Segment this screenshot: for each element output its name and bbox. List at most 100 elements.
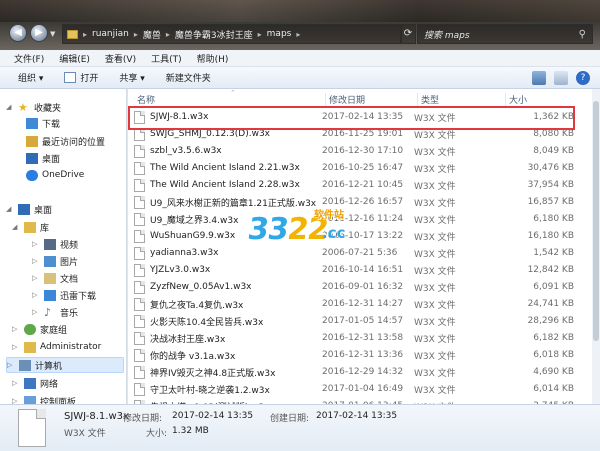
- file-size: 12,842 KB: [527, 265, 574, 275]
- column-date[interactable]: 修改日期: [326, 93, 418, 107]
- file-size: 16,857 KB: [527, 197, 574, 207]
- file-name-cell: The Wild Ancient Island 2.28.w3x: [134, 178, 322, 192]
- file-name-cell: 决战冰封王座.w3x: [134, 331, 322, 345]
- nav-library-label: 库: [40, 223, 50, 234]
- expand-arrow-icon: ▷: [32, 274, 38, 282]
- nav-desktop[interactable]: 桌面: [26, 150, 60, 166]
- menu-tools[interactable]: 工具(T): [145, 52, 191, 65]
- xunlei-download-icon: [44, 289, 56, 301]
- nav-recent[interactable]: 最近访问的位置: [26, 133, 105, 149]
- file-row[interactable]: SJWJ-8.1.w3x 2017-02-14 13:35 W3X 文件 1,362 …: [134, 109, 582, 125]
- desktop-icon: [18, 203, 30, 215]
- desktop-icon: [26, 152, 38, 164]
- file-date: 2016-12-29 14:32: [322, 367, 404, 377]
- nav-pictures[interactable]: ▷ 图片: [32, 253, 78, 269]
- nav-library[interactable]: ◢ 库: [12, 219, 49, 235]
- menu-help[interactable]: 帮助(H): [191, 52, 238, 65]
- nav-video[interactable]: ▷ 视频: [32, 236, 78, 252]
- nav-downloads[interactable]: 下载: [26, 115, 60, 131]
- computer-icon: [19, 359, 31, 371]
- preview-pane-icon[interactable]: [554, 71, 568, 85]
- file-size: 6,091 KB: [533, 282, 574, 292]
- file-row[interactable]: 神界IV毁灭之神4.8正式版.w3x 2016-12-29 14:32 W3X 文件…: [134, 364, 582, 380]
- file-row[interactable]: 你的战争 v3.1a.w3x 2016-12-31 13:36 W3X 文件 6,01…: [134, 347, 582, 363]
- nav-computer-label: 计算机: [35, 361, 63, 372]
- new-folder-button[interactable]: 新建文件夹: [166, 71, 211, 84]
- file-row[interactable]: U9_魔域之界3.4.w3x 2016-12-16 11:24 W3X 文件 6,18…: [134, 211, 582, 227]
- file-size: 1,542 KB: [533, 248, 574, 258]
- file-row[interactable]: szbl_v3.5.6.w3x 2016-12-30 17:10 W3X 文件 8,0…: [134, 143, 582, 159]
- nav-network-label: 网络: [40, 379, 59, 390]
- organize-button[interactable]: 组织 ▾: [18, 71, 43, 84]
- nav-xunlei[interactable]: ▷ 迅雷下载: [32, 287, 96, 303]
- file-icon: [134, 348, 145, 362]
- file-row[interactable]: yadianna3.w3x 2006-07-21 5:36 W3X 文件 1,542 …: [134, 245, 582, 261]
- file-name: U9_魔域之界3.4.w3x: [150, 215, 239, 226]
- refresh-icon[interactable]: ⟳: [400, 24, 416, 44]
- breadcrumb-maps[interactable]: maps: [267, 29, 292, 39]
- file-type: W3X 文件: [414, 232, 456, 243]
- nav-documents[interactable]: ▷ 文档: [32, 270, 78, 286]
- file-name-cell: 火影天陈10.4全民皆兵.w3x: [134, 314, 322, 328]
- forward-arrow-icon[interactable]: ▶: [30, 24, 48, 42]
- file-type: W3X 文件: [414, 147, 456, 158]
- file-icon: [134, 382, 145, 396]
- file-row[interactable]: WuShuanG9.9.w3x 2016-10-17 13:22 W3X 文件 16,…: [134, 228, 582, 244]
- breadcrumb-moshou[interactable]: 魔兽: [143, 28, 161, 41]
- file-row[interactable]: SWJG_SHMJ_0.12.3(D).w3x 2016-11-25 19:01 W…: [134, 126, 582, 142]
- command-bar: 组织 ▾ 打开 共享 ▾ 新建文件夹 ?: [0, 67, 600, 89]
- menu-view[interactable]: 查看(V): [99, 52, 145, 65]
- window-chrome: ◀ ▶ ▼ ▸ ruanjian ▸ 魔兽 ▸ 魔兽争霸3冰封王座 ▸ maps…: [0, 0, 600, 50]
- nav-computer[interactable]: ▷ 计算机: [6, 357, 124, 373]
- menu-file[interactable]: 文件(F): [8, 52, 53, 65]
- nav-favorites[interactable]: ◢ ★ 收藏夹: [6, 99, 61, 115]
- file-row[interactable]: The Wild Ancient Island 2.21.w3x 2016-10-…: [134, 160, 582, 176]
- open-label: 打开: [80, 74, 99, 84]
- recent-pages-chevron-icon[interactable]: ▼: [50, 30, 58, 38]
- nav-onedrive[interactable]: OneDrive: [26, 167, 84, 183]
- nav-music[interactable]: ▷ ♪ 音乐: [32, 304, 78, 320]
- collapse-arrow-icon: ◢: [12, 223, 18, 231]
- file-row[interactable]: The Wild Ancient Island 2.28.w3x 2016-12-…: [134, 177, 582, 193]
- column-size[interactable]: 大小: [506, 93, 576, 107]
- file-date: 2016-12-30 17:10: [322, 146, 404, 156]
- nav-control-panel[interactable]: ▷ 控制面板: [12, 393, 76, 404]
- file-date: 2016-12-31 13:36: [322, 350, 404, 360]
- file-row[interactable]: 决战冰封王座.w3x 2016-12-31 13:58 W3X 文件 6,182 KB: [134, 330, 582, 346]
- file-type: W3X 文件: [414, 368, 456, 379]
- file-icon: [134, 195, 145, 209]
- share-button[interactable]: 共享 ▾: [119, 71, 144, 84]
- nav-network[interactable]: ▷ 网络: [12, 375, 58, 391]
- file-row[interactable]: U9_风来水榭正新的篇章1.21正式版.w3x 2016-12-26 16:57 W…: [134, 194, 582, 210]
- file-row[interactable]: ZyzfNew_0.05Av1.w3x 2016-09-01 16:32 W3X 文…: [134, 279, 582, 295]
- menu-edit[interactable]: 编辑(E): [53, 52, 99, 65]
- breadcrumb-war3[interactable]: 魔兽争霸3冰封王座: [175, 28, 253, 41]
- file-date: 2016-12-31 13:58: [322, 333, 404, 343]
- scrollbar-thumb[interactable]: [593, 101, 599, 341]
- vertical-scrollbar[interactable]: [592, 89, 600, 404]
- breadcrumb-ruanjian[interactable]: ruanjian: [92, 29, 129, 39]
- nav-administrator[interactable]: ▷ Administrator: [12, 339, 101, 355]
- file-icon: [134, 314, 145, 328]
- file-row[interactable]: 复仇之夜Ta.4复仇.w3x 2016-12-31 14:27 W3X 文件 24,7…: [134, 296, 582, 312]
- search-icon: ⚲: [578, 28, 586, 40]
- open-button[interactable]: 打开: [64, 71, 98, 84]
- file-name-cell: SWJG_SHMJ_0.12.3(D).w3x: [134, 127, 322, 141]
- column-name[interactable]: 名称: [128, 93, 326, 107]
- file-type: W3X 文件: [414, 249, 456, 260]
- view-options-icon[interactable]: [532, 71, 546, 85]
- file-row[interactable]: 火影天陈10.4全民皆兵.w3x 2017-01-05 14:57 W3X 文件 28…: [134, 313, 582, 329]
- column-type[interactable]: 类型: [418, 93, 506, 107]
- file-row[interactable]: YJZLv3.0.w3x 2016-10-14 16:51 W3X 文件 12,842…: [134, 262, 582, 278]
- nav-desktop-root[interactable]: ◢ 桌面: [6, 201, 52, 217]
- nav-homegroup[interactable]: ▷ 家庭组: [12, 321, 67, 337]
- nav-downloads-label: 下载: [42, 119, 61, 130]
- file-row[interactable]: 守卫太叶村-晓之逆袭1.2.w3x 2017-01-04 16:49 W3X 文件 6…: [134, 381, 582, 397]
- nav-favorites-label: 收藏夹: [34, 103, 62, 114]
- help-icon[interactable]: ?: [576, 71, 590, 85]
- search-input[interactable]: 搜索 maps ⚲: [417, 24, 593, 44]
- back-arrow-icon[interactable]: ◀: [9, 24, 27, 42]
- nav-administrator-label: Administrator: [40, 342, 102, 352]
- address-bar[interactable]: ▸ ruanjian ▸ 魔兽 ▸ 魔兽争霸3冰封王座 ▸ maps ▸: [62, 24, 402, 44]
- file-size: 6,180 KB: [533, 214, 574, 224]
